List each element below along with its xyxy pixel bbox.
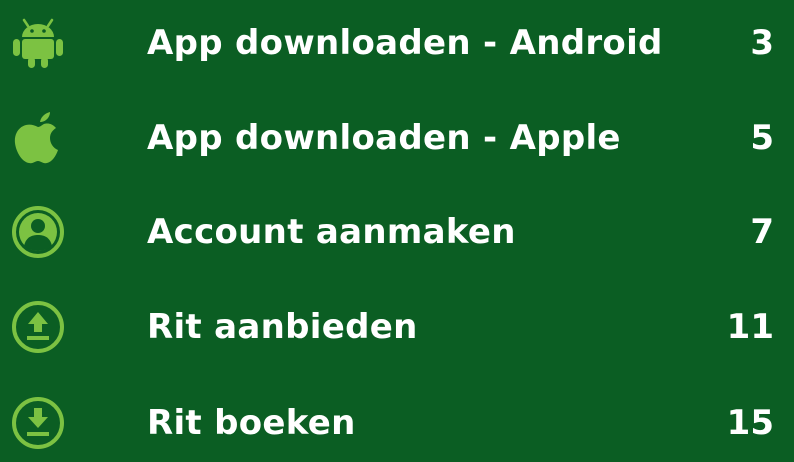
android-icon [10, 15, 66, 71]
toc-item-page-number: 3 [750, 23, 774, 63]
toc-item-label: Rit aanbieden [147, 307, 418, 347]
apple-icon [10, 110, 66, 166]
toc-item-page-number: 15 [726, 403, 774, 443]
toc-item-page-number: 11 [726, 307, 774, 347]
toc-item-label: Rit boeken [147, 403, 356, 443]
toc-item-rit-aanbieden[interactable]: Rit aanbieden 11 [0, 289, 794, 365]
toc-item-android[interactable]: App downloaden - Android 3 [0, 5, 794, 81]
user-circle-icon [10, 204, 66, 260]
toc-item-apple[interactable]: App downloaden - Apple 5 [0, 100, 794, 176]
toc-item-page-number: 7 [750, 212, 774, 252]
download-circle-icon [10, 395, 66, 451]
toc-item-label: Account aanmaken [147, 212, 516, 252]
toc-item-label: App downloaden - Apple [147, 118, 621, 158]
toc-item-label: App downloaden - Android [147, 23, 663, 63]
toc-item-page-number: 5 [750, 118, 774, 158]
toc-item-account[interactable]: Account aanmaken 7 [0, 194, 794, 270]
toc-item-rit-boeken[interactable]: Rit boeken 15 [0, 385, 794, 461]
table-of-contents: App downloaden - Android 3 App downloade… [0, 0, 794, 462]
upload-circle-icon [10, 299, 66, 355]
